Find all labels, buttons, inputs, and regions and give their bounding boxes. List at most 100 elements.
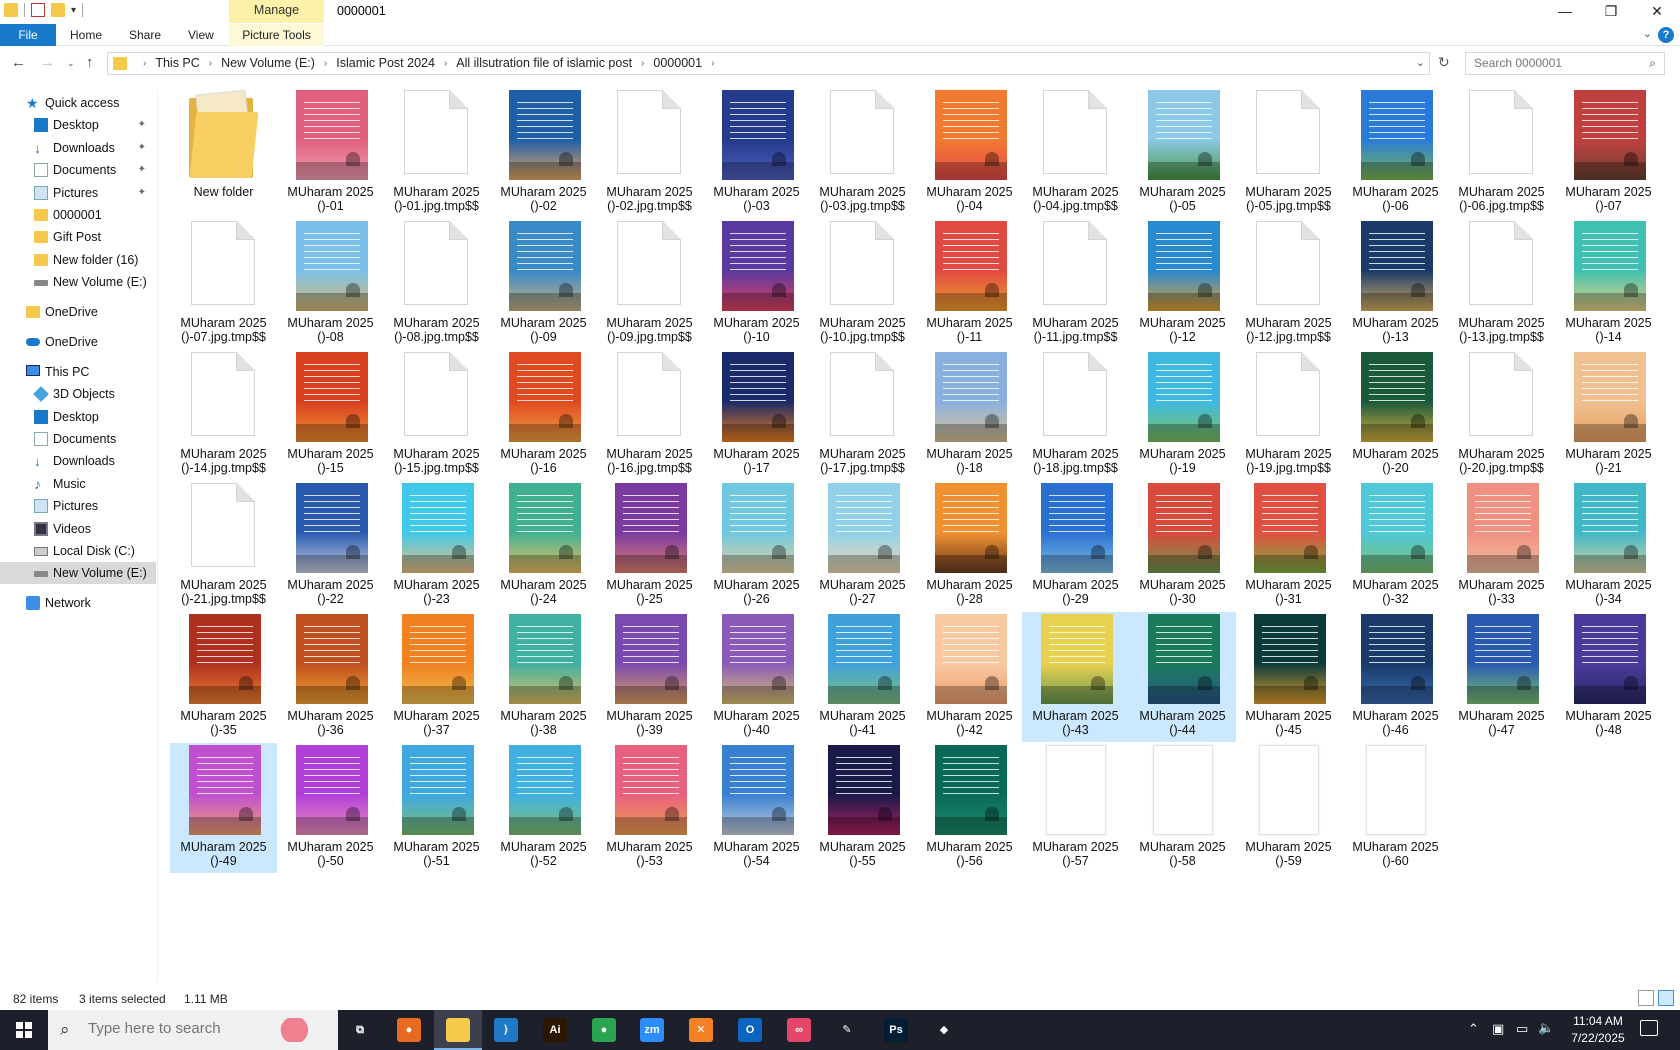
file-tile[interactable]: MUharam 2025 ()-60 <box>1342 743 1449 873</box>
clock[interactable]: 11:04 AM 7/22/2025 <box>1563 1013 1633 1047</box>
file-tile[interactable]: MUharam 2025 ()-08.jpg.tmp$$ <box>383 219 490 349</box>
address-bar[interactable]: › This PC › New Volume (E:) › Islamic Post 20… <box>107 52 1430 75</box>
recent-locations-icon[interactable]: ⌄ <box>67 58 75 69</box>
nav-item[interactable]: Pictures <box>0 495 156 517</box>
back-arrow-icon[interactable]: ← <box>11 54 26 71</box>
file-tile[interactable]: MUharam 2025 ()-05.jpg.tmp$$ <box>1235 88 1342 218</box>
address-dropdown-icon[interactable]: ⌄ <box>1416 56 1425 69</box>
file-tile[interactable]: MUharam 2025 ()-13 <box>1342 219 1449 349</box>
taskbar-app[interactable]: ◆ <box>920 1010 968 1050</box>
file-tile[interactable]: MUharam 2025 ()-30 <box>1129 481 1236 611</box>
file-tile[interactable]: MUharam 2025 ()-07 <box>1555 88 1662 218</box>
close-button[interactable]: ✕ <box>1634 0 1680 22</box>
search-input[interactable] <box>1474 53 1644 73</box>
file-tile[interactable]: MUharam 2025 ()-32 <box>1342 481 1449 611</box>
refresh-icon[interactable]: ↻ <box>1438 54 1450 71</box>
breadcrumb-item[interactable]: This PC <box>155 56 199 72</box>
taskbar-app[interactable]: O <box>726 1010 774 1050</box>
file-tile[interactable]: MUharam 2025 ()-36 <box>277 612 384 742</box>
file-tile[interactable]: MUharam 2025 ()-27 <box>809 481 916 611</box>
file-tile[interactable]: MUharam 2025 ()-11.jpg.tmp$$ <box>1022 219 1129 349</box>
up-arrow-icon[interactable]: ↑ <box>86 54 94 71</box>
breadcrumb-item[interactable]: New Volume (E:) <box>221 56 315 72</box>
nav-item[interactable]: Desktop <box>0 406 156 428</box>
nav-item[interactable]: Pictures ✦ <box>0 182 156 204</box>
tab-picture-tools[interactable]: Picture Tools <box>229 24 324 46</box>
file-tile[interactable]: MUharam 2025 ()-14.jpg.tmp$$ <box>170 350 277 480</box>
file-tile[interactable]: MUharam 2025 ()-41 <box>809 612 916 742</box>
file-tile[interactable]: MUharam 2025 ()-11 <box>916 219 1023 349</box>
nav-item[interactable]: Videos <box>0 518 156 540</box>
file-tile[interactable]: MUharam 2025 ()-19.jpg.tmp$$ <box>1235 350 1342 480</box>
file-tile[interactable]: MUharam 2025 ()-06.jpg.tmp$$ <box>1448 88 1555 218</box>
file-tile[interactable]: MUharam 2025 ()-29 <box>1022 481 1129 611</box>
file-tile[interactable]: MUharam 2025 ()-56 <box>916 743 1023 873</box>
file-tile[interactable]: MUharam 2025 ()-18.jpg.tmp$$ <box>1022 350 1129 480</box>
file-tile[interactable]: MUharam 2025 ()-07.jpg.tmp$$ <box>170 219 277 349</box>
tab-home[interactable]: Home <box>70 24 102 46</box>
file-tile[interactable]: MUharam 2025 ()-02 <box>490 88 597 218</box>
taskbar-app[interactable]: Ai <box>531 1010 579 1050</box>
file-tile[interactable]: MUharam 2025 ()-08 <box>277 219 384 349</box>
nav-item[interactable]: Gift Post <box>0 226 156 248</box>
security-icon[interactable]: ▣ <box>1492 1021 1504 1037</box>
taskbar-app[interactable]: ● <box>580 1010 628 1050</box>
maximize-button[interactable]: ❐ <box>1588 0 1634 22</box>
file-tile[interactable]: MUharam 2025 ()-49 <box>170 743 277 873</box>
nav-item[interactable]: Network <box>0 592 156 614</box>
file-tile[interactable]: MUharam 2025 ()-20.jpg.tmp$$ <box>1448 350 1555 480</box>
file-tile[interactable]: MUharam 2025 ()-06 <box>1342 88 1449 218</box>
taskbar-search[interactable]: ⌕ <box>48 1010 338 1050</box>
file-tile[interactable]: New folder <box>170 88 277 218</box>
forward-arrow-icon[interactable]: → <box>40 54 55 71</box>
tab-view[interactable]: View <box>188 24 214 46</box>
file-tile[interactable]: MUharam 2025 ()-18 <box>916 350 1023 480</box>
nav-item[interactable]: ★ Quick access <box>0 92 156 114</box>
file-tile[interactable]: MUharam 2025 ()-16.jpg.tmp$$ <box>596 350 703 480</box>
nav-item[interactable]: OneDrive <box>0 301 156 323</box>
file-tile[interactable]: MUharam 2025 ()-54 <box>703 743 810 873</box>
file-tile[interactable]: MUharam 2025 ()-40 <box>703 612 810 742</box>
chevron-right-icon[interactable]: › <box>444 56 447 72</box>
taskbar-app[interactable] <box>434 1010 482 1050</box>
tab-share[interactable]: Share <box>129 24 161 46</box>
notifications-icon[interactable] <box>1640 1020 1658 1036</box>
customize-quick-access-icon[interactable]: ▾ <box>71 5 76 16</box>
file-tile[interactable]: MUharam 2025 ()-45 <box>1235 612 1342 742</box>
file-tile[interactable]: MUharam 2025 ()-13.jpg.tmp$$ <box>1448 219 1555 349</box>
nav-item[interactable]: ↓ Downloads ✦ <box>0 137 156 159</box>
nav-item[interactable]: This PC <box>0 361 156 383</box>
nav-item[interactable]: New Volume (E:) <box>0 562 156 584</box>
file-tile[interactable]: MUharam 2025 ()-58 <box>1129 743 1236 873</box>
file-tile[interactable]: MUharam 2025 ()-17.jpg.tmp$$ <box>809 350 916 480</box>
minimize-button[interactable]: — <box>1542 0 1588 22</box>
nav-item[interactable]: 3D Objects <box>0 383 156 405</box>
new-folder-icon[interactable] <box>51 3 65 17</box>
file-tile[interactable]: MUharam 2025 ()-10.jpg.tmp$$ <box>809 219 916 349</box>
file-tile[interactable]: MUharam 2025 ()-21 <box>1555 350 1662 480</box>
file-tile[interactable]: MUharam 2025 ()-12.jpg.tmp$$ <box>1235 219 1342 349</box>
nav-item[interactable]: New folder (16) <box>0 249 156 271</box>
file-tile[interactable]: MUharam 2025 ()-42 <box>916 612 1023 742</box>
file-tile[interactable]: MUharam 2025 ()-53 <box>596 743 703 873</box>
file-tile[interactable]: MUharam 2025 ()-47 <box>1448 612 1555 742</box>
search-box[interactable]: ⌕ <box>1465 52 1665 75</box>
file-tile[interactable]: MUharam 2025 ()-20 <box>1342 350 1449 480</box>
file-tile[interactable]: MUharam 2025 ()-04 <box>916 88 1023 218</box>
taskbar-app[interactable]: ⟩ <box>482 1010 530 1050</box>
file-tile[interactable]: MUharam 2025 ()-05 <box>1129 88 1236 218</box>
details-view-icon[interactable] <box>1638 990 1654 1006</box>
file-tile[interactable]: MUharam 2025 ()-19 <box>1129 350 1236 480</box>
file-tile[interactable]: MUharam 2025 ()-46 <box>1342 612 1449 742</box>
show-hidden-icons-icon[interactable]: ⌃ <box>1468 1021 1479 1037</box>
file-tile[interactable]: MUharam 2025 ()-10 <box>703 219 810 349</box>
file-tile[interactable]: MUharam 2025 ()-28 <box>916 481 1023 611</box>
file-tile[interactable]: MUharam 2025 ()-57 <box>1022 743 1129 873</box>
file-tile[interactable]: MUharam 2025 ()-04.jpg.tmp$$ <box>1022 88 1129 218</box>
nav-item[interactable]: ♪ Music <box>0 473 156 495</box>
nav-item[interactable]: Desktop ✦ <box>0 114 156 136</box>
manage-tab[interactable]: Manage <box>229 0 324 23</box>
chevron-right-icon[interactable]: › <box>711 56 714 72</box>
file-tile[interactable]: MUharam 2025 ()-15 <box>277 350 384 480</box>
nav-item[interactable]: OneDrive <box>0 331 156 353</box>
